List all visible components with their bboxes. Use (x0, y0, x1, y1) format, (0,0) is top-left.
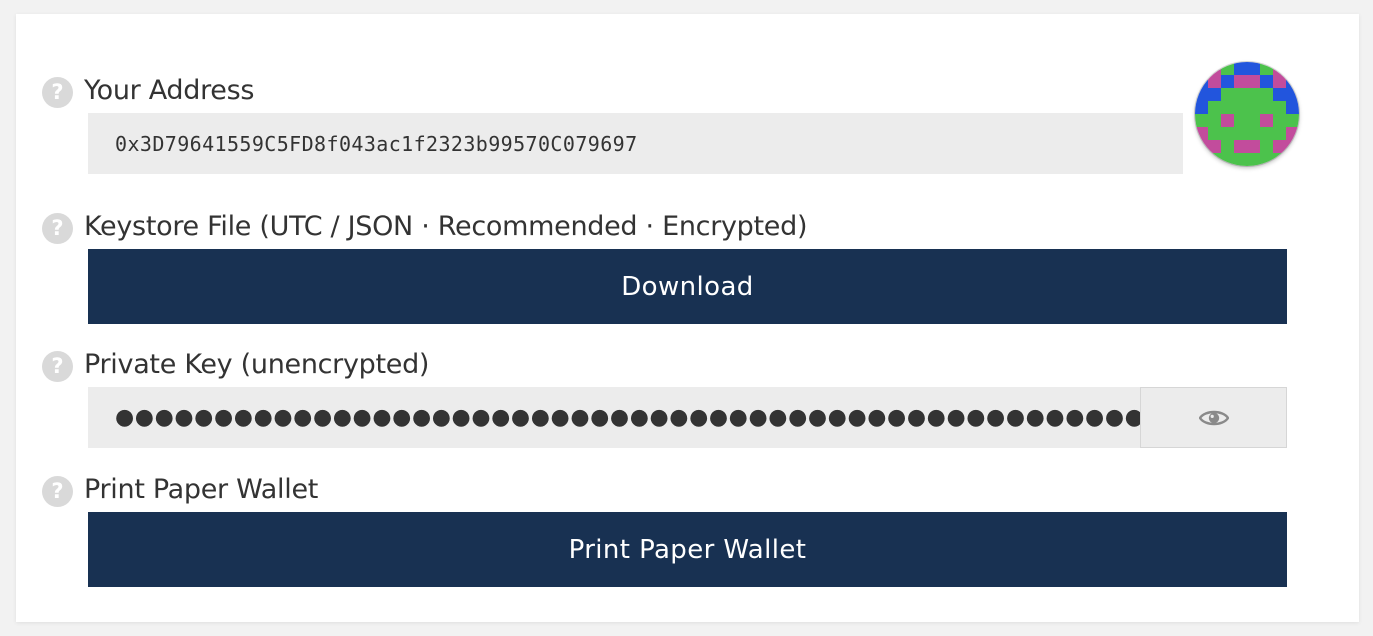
address-field[interactable]: 0x3D79641559C5FD8f043ac1f2323b99570C0796… (88, 113, 1183, 174)
identicon-cell (1260, 114, 1273, 127)
identicon-cell (1260, 75, 1273, 88)
identicon-cell (1234, 101, 1247, 114)
identicon-cell (1221, 88, 1234, 101)
identicon-cell (1208, 75, 1221, 88)
keystore-label-row: ? Keystore File (UTC / JSON · Recommende… (42, 210, 808, 244)
paper-wallet-label: Print Paper Wallet (84, 473, 319, 505)
identicon-cell (1247, 153, 1260, 166)
identicon-cell (1260, 101, 1273, 114)
help-icon[interactable]: ? (42, 212, 73, 244)
identicon-cell (1273, 101, 1286, 114)
identicon-cell (1208, 88, 1221, 101)
identicon-cell (1195, 114, 1208, 127)
identicon-cell (1221, 114, 1234, 127)
print-paper-wallet-button[interactable]: Print Paper Wallet (88, 512, 1287, 587)
identicon-cell (1208, 114, 1221, 127)
download-keystore-button[interactable]: Download (88, 249, 1287, 324)
identicon-cell (1273, 127, 1286, 140)
identicon-cell (1221, 101, 1234, 114)
toggle-visibility-button[interactable] (1140, 387, 1287, 448)
identicon-cell (1247, 127, 1260, 140)
help-icon[interactable]: ? (42, 350, 73, 382)
identicon-cell (1208, 101, 1221, 114)
identicon-cell (1286, 101, 1299, 114)
identicon-cell (1247, 114, 1260, 127)
identicon-cell (1247, 62, 1260, 75)
identicon-cell (1221, 75, 1234, 88)
identicon-cell (1208, 127, 1221, 140)
identicon-cell (1221, 140, 1234, 153)
keystore-label: Keystore File (UTC / JSON · Recommended … (84, 210, 808, 242)
identicon-cell (1273, 114, 1286, 127)
address-label: Your Address (84, 74, 255, 106)
identicon-cell (1247, 140, 1260, 153)
identicon-cell (1286, 114, 1299, 127)
identicon-cell (1260, 140, 1273, 153)
identicon-cell (1234, 153, 1247, 166)
identicon-cell (1221, 127, 1234, 140)
address-identicon (1195, 62, 1299, 166)
identicon-cell (1247, 101, 1260, 114)
identicon-cell (1195, 101, 1208, 114)
private-key-field[interactable]: ●●●●●●●●●●●●●●●●●●●●●●●●●●●●●●●●●●●●●●●●… (88, 387, 1141, 448)
help-icon[interactable]: ? (42, 76, 73, 108)
identicon-cell (1234, 62, 1247, 75)
identicon-cell (1273, 88, 1286, 101)
eye-icon (1198, 410, 1229, 425)
identicon-cell (1234, 140, 1247, 153)
identicon-cell (1247, 88, 1260, 101)
identicon-cell (1234, 75, 1247, 88)
help-icon[interactable]: ? (42, 475, 73, 507)
private-key-label-row: ? Private Key (unencrypted) (42, 348, 430, 382)
private-key-label: Private Key (unencrypted) (84, 348, 430, 380)
identicon-cell (1234, 127, 1247, 140)
identicon-cell (1208, 140, 1221, 153)
identicon-cell (1260, 88, 1273, 101)
identicon-cell (1247, 75, 1260, 88)
address-label-row: ? Your Address (42, 74, 255, 108)
identicon-cell (1273, 75, 1286, 88)
identicon-cell (1260, 127, 1273, 140)
identicon-cell (1234, 114, 1247, 127)
paper-wallet-label-row: ? Print Paper Wallet (42, 473, 319, 507)
identicon-cell (1234, 88, 1247, 101)
